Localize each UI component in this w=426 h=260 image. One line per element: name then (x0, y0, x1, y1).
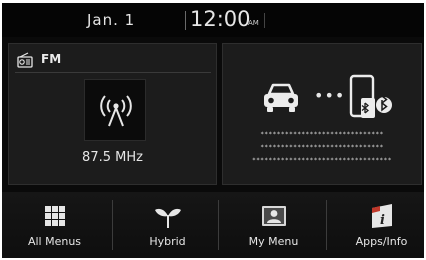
menu-label: My Menu (248, 235, 299, 248)
menu-divider (326, 200, 327, 250)
menu-item-my-menu[interactable]: My Menu (221, 192, 326, 258)
bottom-menu-bar: All Menus Hybrid My Menu i Apps/Info (2, 192, 424, 258)
divider (15, 72, 211, 73)
menu-item-hybrid[interactable]: Hybrid (115, 192, 220, 258)
radio-icon (17, 52, 33, 68)
clock-display: 12:00 (190, 7, 251, 31)
head-unit-screen: Jan. 1 12:00 AM FM 87.5 MHz ••• ********… (2, 3, 424, 258)
menu-item-apps-info[interactable]: i Apps/Info (329, 192, 424, 258)
status-divider (264, 13, 265, 28)
masked-text-line: ********************************** (252, 157, 392, 164)
device-info: ****************************** *********… (223, 128, 421, 167)
menu-label: All Menus (27, 235, 82, 248)
status-bar: Jan. 1 12:00 AM (2, 3, 424, 37)
band-label: FM (41, 52, 62, 66)
sprout-icon (154, 208, 181, 228)
connection-dots: ••• (314, 86, 346, 105)
masked-text-line: ****************************** (260, 131, 384, 138)
station-art (84, 79, 146, 141)
menu-item-all-menus[interactable]: All Menus (2, 192, 107, 258)
antenna-icon (100, 95, 132, 127)
grid-icon (44, 206, 65, 226)
masked-text-line: ****************************** (260, 144, 384, 151)
menu-label: Apps/Info (355, 235, 408, 248)
svg-text:i: i (380, 213, 385, 228)
menu-divider (112, 200, 113, 250)
radio-panel[interactable]: FM 87.5 MHz (8, 43, 217, 185)
frequency-display: 87.5 MHz (82, 150, 143, 165)
phone-connection-panel[interactable]: ••• ****************************** *****… (222, 43, 422, 185)
phone-bluetooth-icon (349, 74, 392, 118)
date-display: Jan. 1 (87, 11, 136, 29)
status-divider (185, 11, 186, 30)
menu-divider (218, 200, 219, 250)
info-icon: i (371, 204, 392, 228)
am-pm-indicator: AM (248, 19, 259, 27)
car-icon (264, 83, 298, 112)
menu-label: Hybrid (149, 235, 186, 248)
person-icon (261, 206, 286, 226)
